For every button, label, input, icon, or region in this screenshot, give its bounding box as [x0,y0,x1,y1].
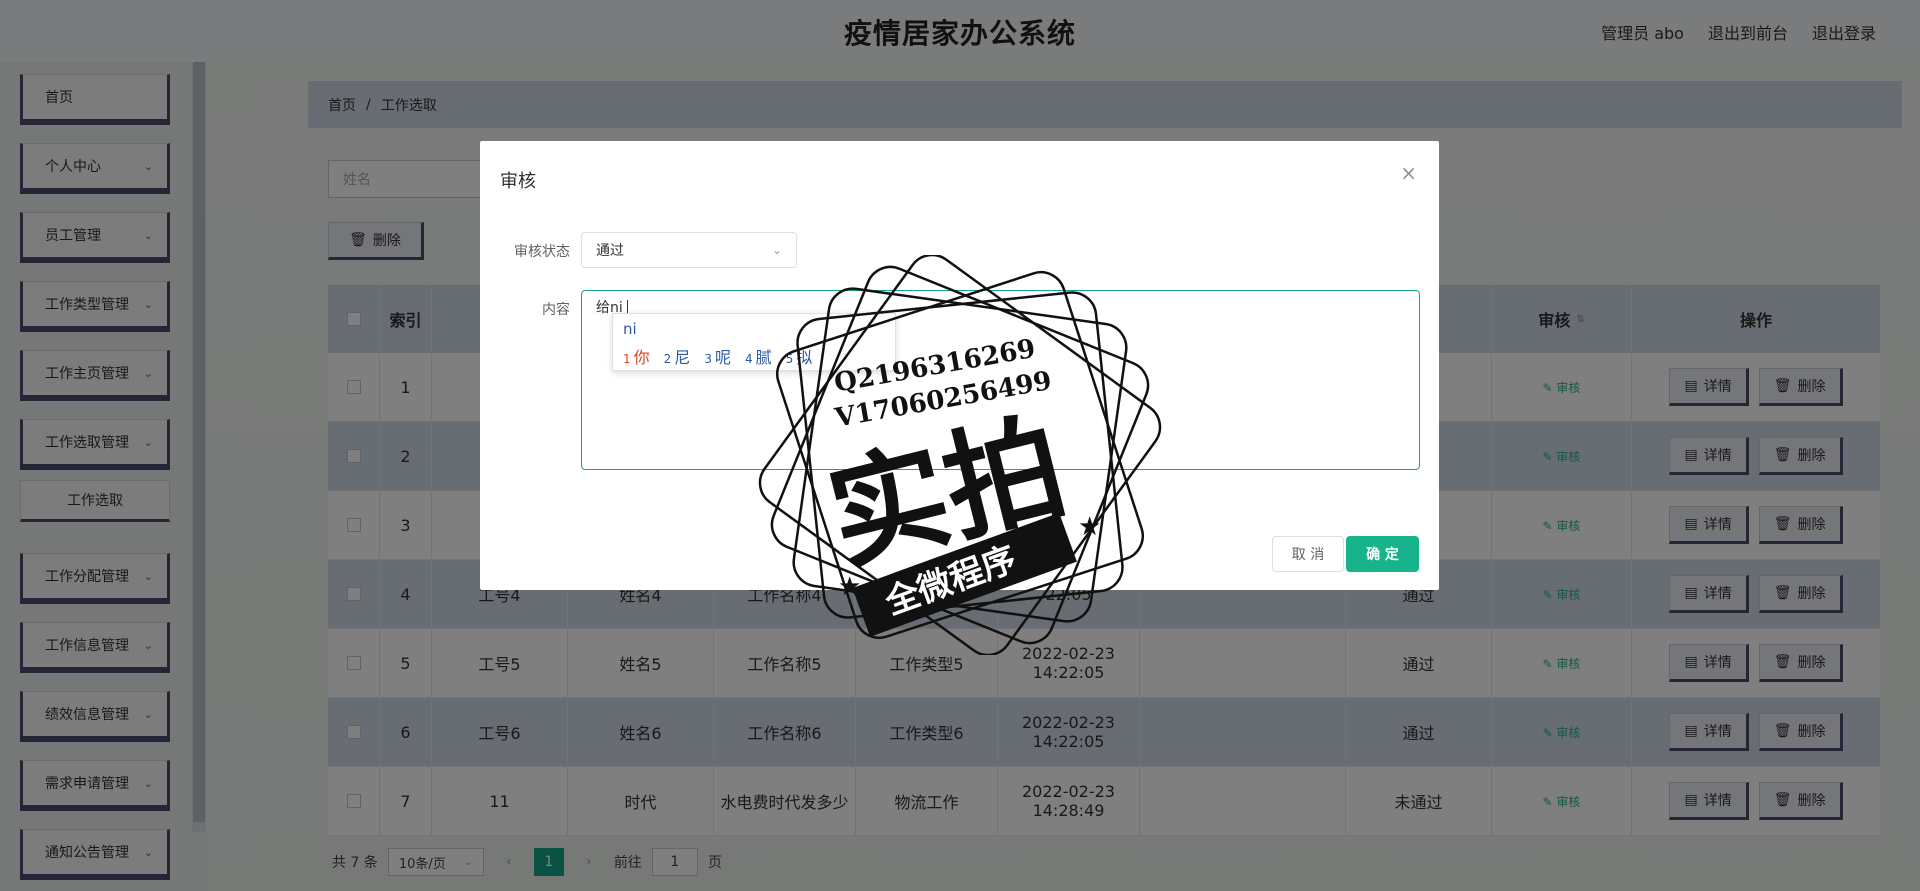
status-select-value: 通过 [596,243,624,259]
watermark-stamp: Q2196316269 V17060256499 实拍 全微程序 ★ ★ [758,255,1162,655]
cancel-button[interactable]: 取 消 [1272,536,1344,572]
ime-candidate-text: 你 [633,348,650,367]
ime-candidate-number: 1 [623,352,631,366]
ime-candidate-text: 尼 [674,348,691,367]
ime-candidate-number: 2 [663,352,672,366]
ime-candidate-text: 呢 [714,348,731,367]
ime-candidate[interactable]: 3呢 [704,344,731,368]
dialog-title: 审核 [500,171,536,192]
star-icon: ★ [838,572,861,602]
confirm-button[interactable]: 确 定 [1346,536,1419,572]
close-icon[interactable]: × [1400,161,1417,185]
ime-candidate-number: 3 [704,352,712,366]
app-root: 疫情居家办公系统 管理员 abo 退出到前台 退出登录 首页个人中心⌄员工管理⌄… [0,0,1920,891]
ime-candidate[interactable]: 1你 [623,344,650,368]
ime-code: ni [623,320,637,338]
status-label: 审核状态 [514,244,570,260]
ime-candidate[interactable]: 2尼 [664,344,691,368]
content-label: 内容 [542,302,570,318]
star-icon: ★ [1078,512,1101,542]
